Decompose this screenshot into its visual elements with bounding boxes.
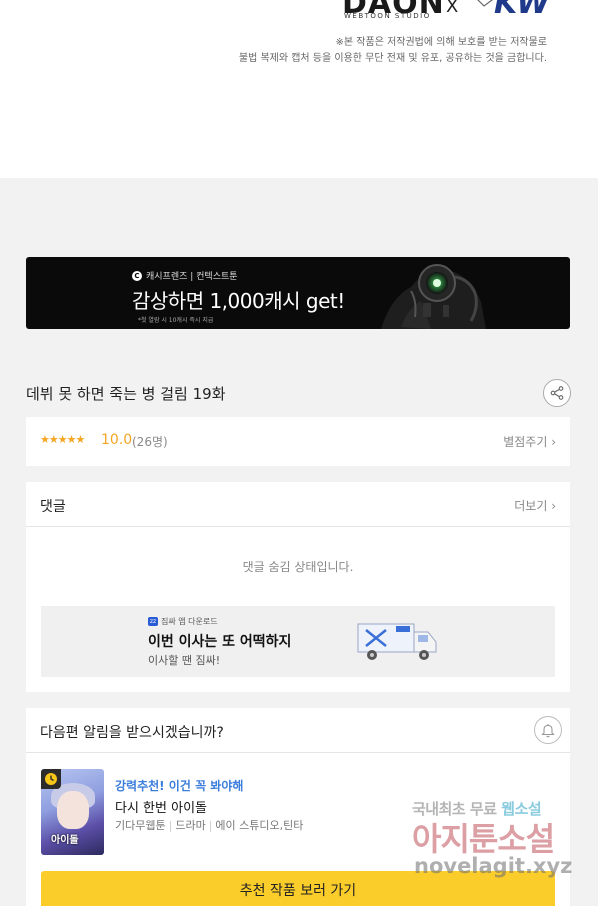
notify-title: 다음편 알림을 받으시겠습니까? bbox=[40, 725, 224, 741]
ad-label: zz 짐싸 앱 다운로드 bbox=[148, 616, 218, 627]
wait-free-badge bbox=[41, 769, 61, 789]
kw-logo: KW bbox=[494, 0, 550, 21]
cash-promo-banner[interactable]: C 캐시프렌즈 | 컨텍스트툰 감상하면 1,000캐시 get! *첫 열람 … bbox=[26, 257, 570, 329]
notice-line: 불법 복제와 캡처 등을 이용한 무단 전재 및 유포, 공유하는 것을 금합니… bbox=[238, 53, 547, 64]
daon-logo-subtitle: WEBTOON STUDIO bbox=[344, 12, 431, 20]
rating-card: ★★★★★ 10.0 (26명) 별점주기 › bbox=[26, 417, 570, 466]
recommend-meta-item: 기다무웹툰 bbox=[115, 819, 166, 832]
clock-icon bbox=[45, 773, 57, 785]
truck-icon bbox=[357, 623, 437, 660]
recommend-meta: 기다무웹툰 | 드라마 | 에이 스튜디오,틴타 bbox=[115, 819, 304, 832]
comment-header: 댓글 더보기 › bbox=[26, 482, 570, 527]
moving-ad[interactable]: zz 짐싸 앱 다운로드 이번 이사는 또 어떡하지 이사할 땐 짐싸! bbox=[41, 606, 555, 677]
recommend-thumbnail[interactable]: 아이돌 bbox=[41, 769, 104, 855]
app-icon: zz bbox=[148, 617, 158, 626]
comment-card: 댓글 더보기 › 댓글 숨김 상태입니다. zz 짐싸 앱 다운로드 이번 이사… bbox=[26, 482, 570, 692]
next-episode-card: 다음편 알림을 받으시겠습니까? 아이돌 강력추천! 이건 꼭 봐야해 다시 한… bbox=[26, 708, 570, 906]
notify-toggle[interactable] bbox=[534, 716, 562, 744]
ad-small-text: 짐싸 앱 다운로드 bbox=[161, 617, 218, 626]
rating-score: 10.0 bbox=[101, 432, 133, 448]
share-icon bbox=[550, 386, 564, 400]
copyright-area: DAON WEBTOON STUDIO X KW ※본 작품은 저작권법에 의해… bbox=[0, 0, 598, 178]
ad-subtitle: 이사할 땐 짐싸! bbox=[148, 654, 221, 667]
logo-separator: X bbox=[446, 0, 459, 17]
comment-hidden-message: 댓글 숨김 상태입니다. bbox=[242, 560, 354, 574]
rate-button[interactable]: 별점주기 › bbox=[503, 433, 556, 450]
view-recommendation-button[interactable]: 추천 작품 보러 가기 bbox=[41, 871, 555, 906]
episode-title: 데뷔 못 하면 죽는 병 걸림 19화 bbox=[26, 385, 226, 403]
banner-brand-label: 캐시프렌즈 | 컨텍스트툰 bbox=[146, 272, 238, 282]
bell-icon bbox=[541, 723, 555, 737]
copyright-notice: ※본 작품은 저작권법에 의해 보호를 받는 저작물로 불법 복제와 캡처 등을… bbox=[239, 35, 547, 67]
notice-line: ※본 작품은 저작권법에 의해 보호를 받는 저작물로 bbox=[335, 37, 547, 48]
flag-icon bbox=[477, 0, 493, 7]
notify-header: 다음편 알림을 받으시겠습니까? bbox=[26, 708, 570, 753]
comment-title: 댓글 bbox=[40, 499, 66, 515]
recommend-meta-item: 에이 스튜디오,틴타 bbox=[215, 819, 304, 832]
thumb-art bbox=[57, 791, 89, 829]
robot-eye-illustration bbox=[371, 257, 491, 329]
share-button[interactable] bbox=[543, 379, 571, 407]
recommend-title[interactable]: 다시 한번 아이돌 bbox=[115, 797, 207, 816]
banner-fine-print: *첫 열람 시 10캐시 즉시 지급 bbox=[138, 317, 214, 324]
cash-friends-icon: C bbox=[132, 270, 142, 281]
ad-title: 이번 이사는 또 어떡하지 bbox=[148, 634, 292, 650]
recommend-tag: 강력추천! 이건 꼭 봐야해 bbox=[115, 779, 244, 793]
rating-count: (26명) bbox=[132, 435, 168, 449]
banner-headline: 감상하면 1,000캐시 get! bbox=[132, 289, 345, 313]
thumb-title-text: 아이돌 bbox=[51, 835, 79, 846]
recommend-meta-item: 드라마 bbox=[175, 819, 206, 832]
rating-stars: ★★★★★ bbox=[40, 433, 85, 446]
banner-brand: C 캐시프렌즈 | 컨텍스트툰 bbox=[132, 269, 238, 282]
more-comments-link[interactable]: 더보기 › bbox=[514, 497, 556, 514]
